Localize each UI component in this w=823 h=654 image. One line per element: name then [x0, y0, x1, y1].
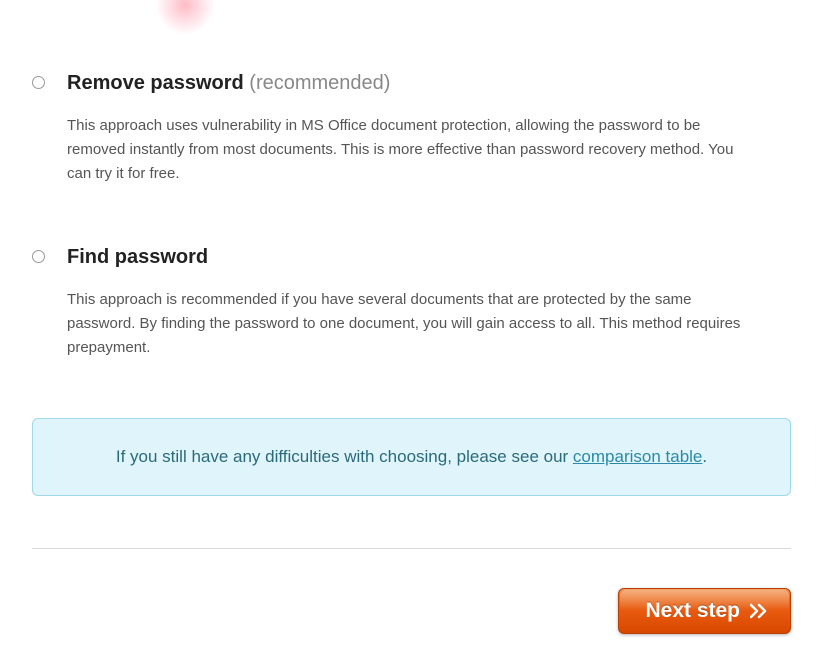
chevron-right-double-icon	[750, 603, 768, 619]
info-suffix: .	[702, 447, 707, 466]
option-remove-password: Remove password (recommended) This appro…	[32, 70, 791, 186]
option-desc-find: This approach is recommended if you have…	[67, 288, 747, 360]
option-title-find: Find password	[67, 244, 791, 270]
option-desc-remove: This approach uses vulnerability in MS O…	[67, 114, 747, 186]
main-content: Remove password (recommended) This appro…	[0, 0, 823, 549]
recommended-label: (recommended)	[249, 72, 390, 94]
radio-find-password[interactable]	[32, 250, 45, 263]
next-step-label: Next step	[645, 599, 740, 623]
footer: Next step	[618, 588, 791, 634]
radio-remove-password[interactable]	[32, 76, 45, 89]
option-title-text: Find password	[67, 246, 208, 268]
option-title-remove: Remove password (recommended)	[67, 70, 791, 96]
option-body-remove: Remove password (recommended) This appro…	[67, 70, 791, 186]
option-title-text: Remove password	[67, 72, 244, 94]
next-step-button[interactable]: Next step	[618, 588, 791, 634]
option-find-password: Find password This approach is recommend…	[32, 244, 791, 360]
divider	[32, 548, 791, 549]
info-box: If you still have any difficulties with …	[32, 418, 791, 496]
option-body-find: Find password This approach is recommend…	[67, 244, 791, 360]
info-prefix: If you still have any difficulties with …	[116, 447, 573, 466]
comparison-table-link[interactable]: comparison table	[573, 447, 702, 466]
